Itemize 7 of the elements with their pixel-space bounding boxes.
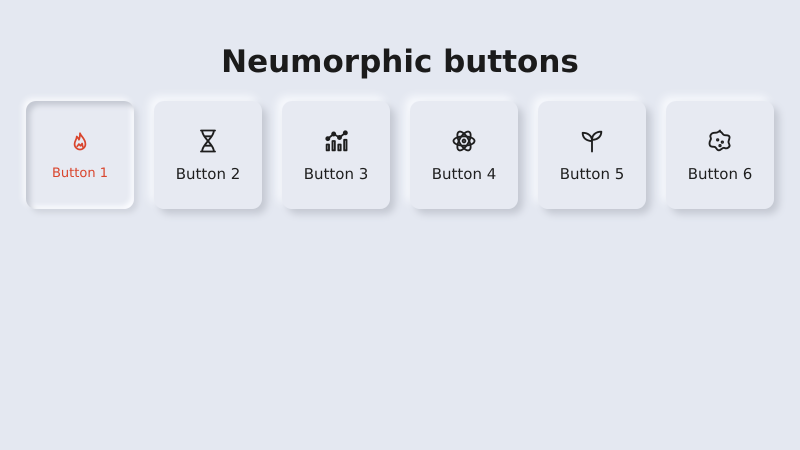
icon-button[interactable]: Button 1 [26,101,134,209]
icon-button[interactable]: Button 6 [666,101,774,209]
page-title: Neumorphic buttons [221,44,579,80]
icon-button[interactable]: Button 4 [410,101,518,209]
icon-button[interactable]: Button 5 [538,101,646,209]
icon-button[interactable]: Button 2 [154,101,262,209]
icon-button[interactable]: Button 3 [282,101,390,209]
